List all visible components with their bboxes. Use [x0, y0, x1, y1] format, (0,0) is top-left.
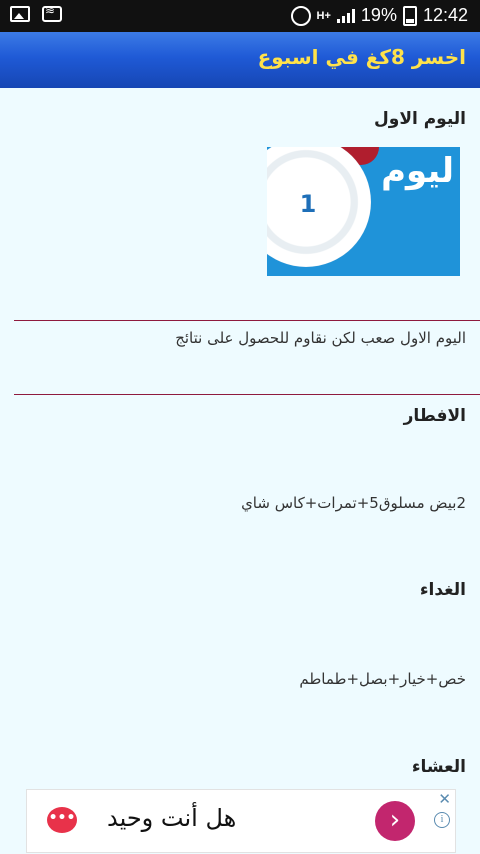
ad-info-icon[interactable]: i — [434, 812, 450, 828]
wifi-notification-icon — [42, 3, 62, 22]
battery-icon — [402, 5, 417, 26]
signal-icon — [336, 8, 355, 23]
ad-close-icon[interactable]: ✕ — [438, 790, 451, 808]
dinner-heading: العشاء — [411, 757, 466, 777]
app-bar: اخسر 8كغ في اسبوع — [0, 32, 480, 88]
alarm-icon — [290, 5, 311, 26]
chat-bubble-icon: ••• — [47, 807, 77, 833]
gallery-notification-icon — [10, 6, 30, 22]
status-bar: H+ 19% 12:42 — [0, 0, 480, 32]
breakfast-text: 2بيض مسلوق5+تمرات+كاس شاي — [241, 494, 466, 512]
lunch-text: خص+خيار+بصل+طماطم — [299, 670, 466, 688]
clock: 12:42 — [422, 5, 468, 25]
app-title: اخسر 8كغ في اسبوع — [257, 45, 466, 69]
day-heading: اليوم الاول — [374, 109, 466, 129]
day-one-image: 1 ليوم — [267, 147, 460, 276]
plate-number: 1 — [299, 190, 317, 218]
network-type: H+ — [316, 9, 331, 22]
divider — [14, 394, 480, 395]
ad-text[interactable]: هل أنت وحيد — [107, 804, 236, 832]
battery-percent: 19% — [360, 5, 397, 25]
ad-arrow-button[interactable]: › — [375, 801, 415, 841]
ad-banner[interactable]: ••• هل أنت وحيد › ✕ i — [26, 789, 456, 853]
divider — [14, 320, 480, 321]
plate-graphic: 1 — [267, 147, 371, 267]
article-content[interactable]: اليوم الاول 1 ليوم اليوم الاول صعب لكن ن… — [0, 88, 480, 788]
day-intro-text: اليوم الاول صعب لكن نقاوم للحصول على نتا… — [175, 329, 466, 347]
image-label: ليوم — [381, 151, 454, 191]
breakfast-heading: الافطار — [403, 406, 466, 426]
lunch-heading: الغداء — [419, 580, 466, 600]
